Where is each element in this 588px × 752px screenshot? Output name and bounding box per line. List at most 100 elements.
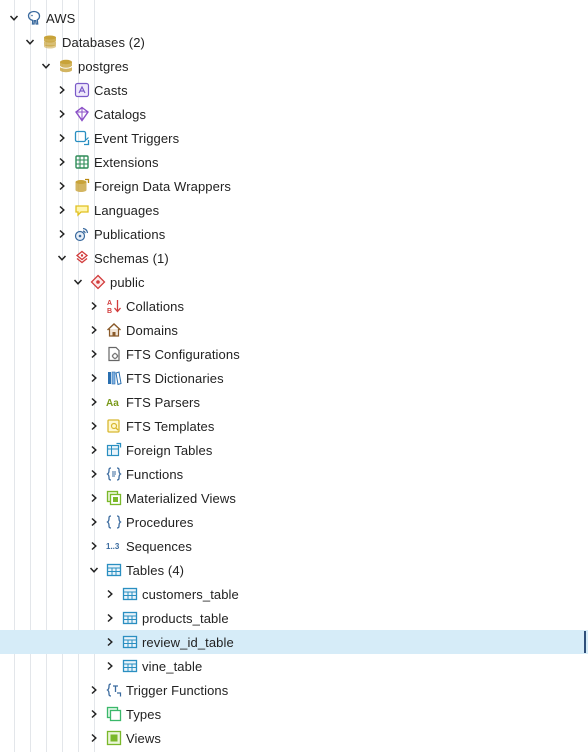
fts-dictionary-icon [106,370,122,386]
tree-node-types[interactable]: Types [0,702,588,726]
tree-node-label: Materialized Views [126,490,236,506]
chevron-down-icon[interactable] [70,274,86,290]
tree-node-label: FTS Parsers [126,394,201,410]
chevron-down-icon[interactable] [86,562,102,578]
tree-node-extensions[interactable]: Extensions [0,150,588,174]
svg-text:B: B [107,308,112,314]
tree-node-label: Domains [126,322,178,338]
tree-node-functions[interactable]: Functions [0,462,588,486]
materialized-view-icon [106,490,122,506]
tree-node-vine-table[interactable]: vine_table [0,654,588,678]
tree-node-fts-templates[interactable]: FTS Templates [0,414,588,438]
chevron-right-icon[interactable] [86,394,102,410]
tree-node-label: review_id_table [142,634,234,650]
chevron-right-icon[interactable] [86,370,102,386]
tree-node-label: Trigger Functions [126,682,229,698]
tree-node-tables[interactable]: Tables (4) [0,558,588,582]
chevron-right-icon[interactable] [86,298,102,314]
fts-parser-icon: Aa [106,394,122,410]
chevron-down-icon[interactable] [22,34,38,50]
tree-node-label: vine_table [142,658,203,674]
extension-icon [74,154,90,170]
chevron-right-icon[interactable] [86,538,102,554]
chevron-right-icon[interactable] [86,730,102,746]
tree-node-label: Event Triggers [94,130,180,146]
tree-node-label: Casts [94,82,128,98]
tree-node-label: Catalogs [94,106,147,122]
tree-node-label: Tables (4) [126,562,185,578]
tree-node-public[interactable]: public [0,270,588,294]
tree-node-label: Databases (2) [62,34,145,50]
tree-node-fts-dictionaries[interactable]: FTS Dictionaries [0,366,588,390]
tree-node-aws[interactable]: AWS [0,6,588,30]
tree-node-domains[interactable]: Domains [0,318,588,342]
chevron-right-icon[interactable] [86,418,102,434]
tree-node-label: Types [126,706,162,722]
chevron-right-icon[interactable] [54,154,70,170]
tree-node-trigger-functions[interactable]: Trigger Functions [0,678,588,702]
tree-node-foreign-tables[interactable]: Foreign Tables [0,438,588,462]
chevron-right-icon[interactable] [54,178,70,194]
catalog-icon [74,106,90,122]
tree-node-label: public [110,274,145,290]
chevron-right-icon[interactable] [54,82,70,98]
tree-node-collations[interactable]: A B Collations [0,294,588,318]
tree-node-review-id-table[interactable]: review_id_table [0,630,588,654]
chevron-right-icon[interactable] [86,682,102,698]
tree-node-fts-parsers[interactable]: Aa FTS Parsers [0,390,588,414]
chevron-right-icon[interactable] [86,322,102,338]
chevron-right-icon[interactable] [102,586,118,602]
chevron-right-icon[interactable] [54,106,70,122]
fts-template-icon [106,418,122,434]
chevron-right-icon[interactable] [86,706,102,722]
publication-icon [74,226,90,242]
schemas-icon [74,250,90,266]
chevron-right-icon[interactable] [102,610,118,626]
chevron-right-icon[interactable] [86,442,102,458]
function-icon [106,466,122,482]
event-trigger-icon [74,130,90,146]
svg-text:Aa: Aa [106,398,119,409]
tree-node-languages[interactable]: Languages [0,198,588,222]
chevron-right-icon[interactable] [86,490,102,506]
tree-node-customers-table[interactable]: customers_table [0,582,588,606]
tree-node-products-table[interactable]: products_table [0,606,588,630]
tree-node-publications[interactable]: Publications [0,222,588,246]
tree-node-sequences[interactable]: 1..3 Sequences [0,534,588,558]
domain-icon [106,322,122,338]
foreign-data-wrapper-icon [74,178,90,194]
table-icon [122,658,138,674]
chevron-down-icon[interactable] [6,10,22,26]
chevron-right-icon[interactable] [54,226,70,242]
tree-node-label: Procedures [126,514,194,530]
tree-node-label: Collations [126,298,185,314]
tree-node-label: Publications [94,226,166,242]
tree-node-casts[interactable]: Casts [0,78,588,102]
chevron-right-icon[interactable] [86,466,102,482]
schema-icon [90,274,106,290]
tree-node-fdw[interactable]: Foreign Data Wrappers [0,174,588,198]
tree-node-fts-configurations[interactable]: FTS Configurations [0,342,588,366]
chevron-down-icon[interactable] [38,58,54,74]
tree-node-postgres[interactable]: postgres [0,54,588,78]
chevron-right-icon[interactable] [54,202,70,218]
chevron-right-icon[interactable] [102,634,118,650]
tree-node-views[interactable]: Views [0,726,588,750]
chevron-right-icon[interactable] [86,514,102,530]
tree-node-label: postgres [78,58,129,74]
chevron-right-icon[interactable] [102,658,118,674]
chevron-down-icon[interactable] [54,250,70,266]
tree-node-catalogs[interactable]: Catalogs [0,102,588,126]
tree-node-event-triggers[interactable]: Event Triggers [0,126,588,150]
tree-node-materialized-views[interactable]: Materialized Views [0,486,588,510]
view-icon [106,730,122,746]
tree-node-label: Foreign Tables [126,442,213,458]
tree-node-label: Schemas (1) [94,250,169,266]
tree-node-schemas[interactable]: Schemas (1) [0,246,588,270]
chevron-right-icon[interactable] [54,130,70,146]
chevron-right-icon[interactable] [86,346,102,362]
svg-text:1..3: 1..3 [106,542,120,551]
svg-text:A: A [107,300,112,307]
tree-node-databases[interactable]: Databases (2) [0,30,588,54]
tree-node-procedures[interactable]: Procedures [0,510,588,534]
